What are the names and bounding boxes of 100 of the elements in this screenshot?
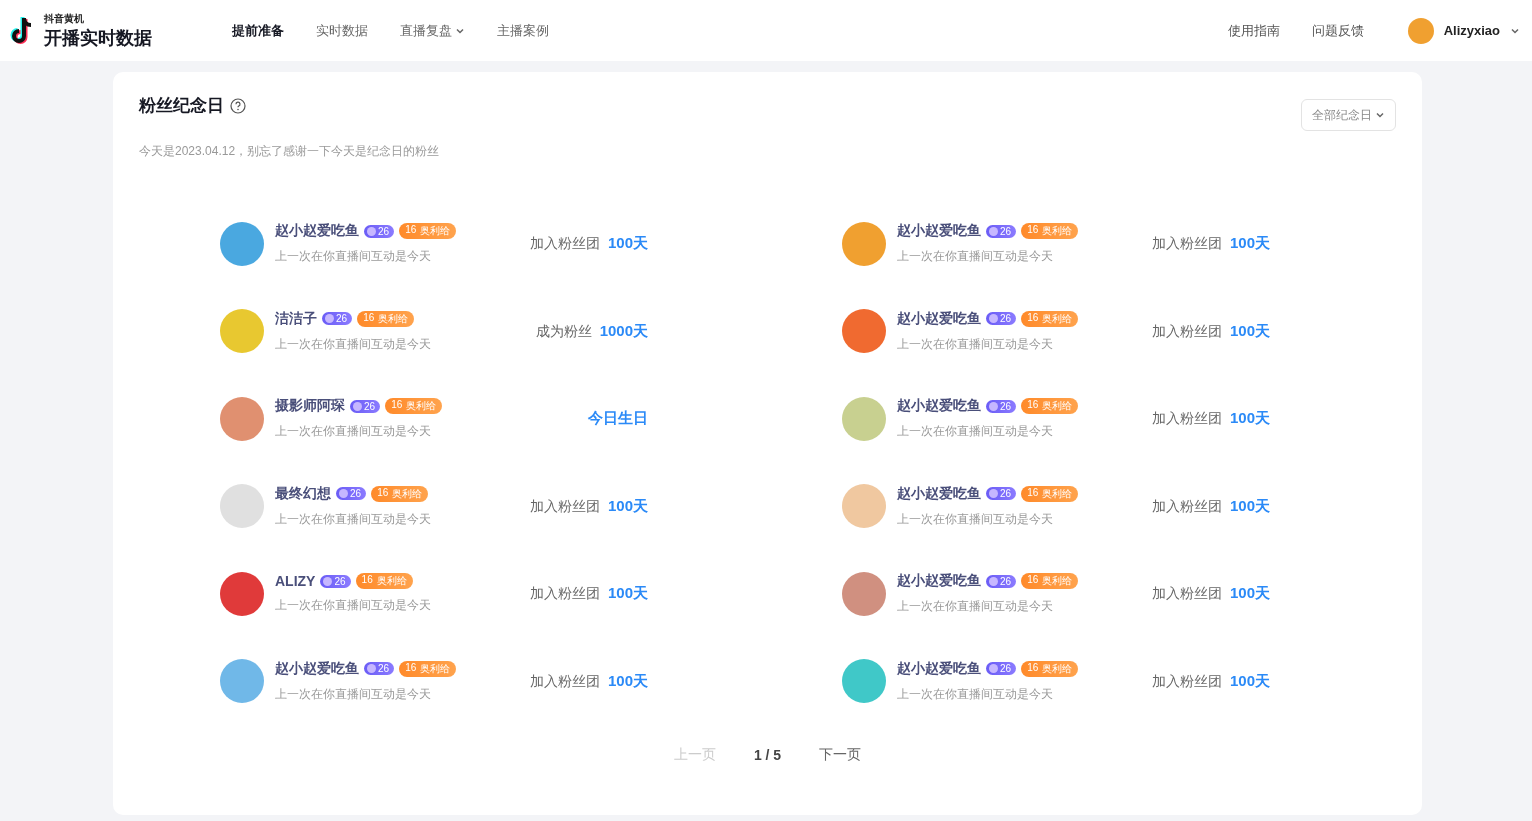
anniversary-value: 100天 bbox=[607, 496, 648, 516]
interaction-note: 上一次在你直播间互动是今天 bbox=[897, 335, 1054, 353]
fan-name: 赵小赵爱吃鱼 bbox=[897, 484, 981, 503]
fan-club-badge: 16 奥利给 bbox=[1021, 573, 1079, 590]
interaction-note: 上一次在你直播间互动是今天 bbox=[897, 510, 1054, 528]
interaction-note: 上一次在你直播间互动是今天 bbox=[275, 248, 432, 266]
interaction-note: 上一次在你直播间互动是今天 bbox=[275, 423, 432, 441]
fan-club-badge: 16 奥利给 bbox=[1021, 485, 1079, 502]
fan-club-badge: 16 奥利给 bbox=[1021, 660, 1079, 677]
brand-title: 开播实时数据 bbox=[44, 26, 152, 50]
avatar-placeholder bbox=[842, 659, 886, 704]
next-page-button[interactable]: 下一页 bbox=[813, 745, 868, 765]
brand-subtitle: 抖音黄机 bbox=[44, 11, 85, 26]
anniversary-value: 100天 bbox=[1229, 234, 1270, 254]
avatar-placeholder bbox=[220, 221, 264, 266]
avatar-placeholder bbox=[220, 484, 264, 529]
filter-dropdown[interactable]: 全部纪念日 bbox=[1301, 99, 1396, 131]
anniversary-label: 加入粉丝团 bbox=[529, 585, 600, 604]
interaction-note: 上一次在你直播间互动是今天 bbox=[897, 685, 1054, 703]
avatar-placeholder bbox=[842, 571, 886, 616]
interaction-note: 上一次在你直播间互动是今天 bbox=[897, 248, 1054, 266]
anniversary-value: 100天 bbox=[1229, 409, 1270, 429]
interaction-note: 上一次在你直播间互动是今天 bbox=[897, 423, 1054, 441]
fan-club-badge: 16 奥利给 bbox=[357, 310, 415, 327]
user-name[interactable]: Alizyxiao bbox=[1443, 23, 1500, 38]
anniversary-value: 100天 bbox=[1229, 671, 1270, 691]
level-badge: 26 bbox=[336, 487, 367, 501]
anniversary-value: 100天 bbox=[1229, 584, 1270, 604]
fan-name: 赵小赵爱吃鱼 bbox=[897, 397, 981, 416]
level-badge: 26 bbox=[322, 312, 353, 326]
fan-club-badge: 16 奥利给 bbox=[371, 485, 429, 502]
interaction-note: 上一次在你直播间互动是今天 bbox=[275, 510, 432, 528]
fan-club-badge: 16 奥利给 bbox=[399, 223, 457, 240]
avatar-placeholder bbox=[842, 309, 886, 354]
fan-club-badge: 16 奥利给 bbox=[399, 660, 457, 677]
user-avatar bbox=[1407, 17, 1434, 44]
level-badge: 26 bbox=[320, 574, 351, 588]
interaction-note: 上一次在你直播间互动是今天 bbox=[275, 335, 432, 353]
avatar-placeholder bbox=[842, 396, 886, 441]
fan-club-badge: 16 奥利给 bbox=[1021, 398, 1079, 415]
anniversary-value: 100天 bbox=[1229, 496, 1270, 516]
nav-tab[interactable]: 主播案例 bbox=[497, 21, 549, 40]
fan-name: 赵小赵爱吃鱼 bbox=[275, 659, 359, 678]
anniversary-value: 100天 bbox=[607, 671, 648, 691]
nav-tab[interactable]: 直播复盘 bbox=[400, 21, 465, 40]
fan-name: 赵小赵爱吃鱼 bbox=[897, 309, 981, 328]
fan-name: 摄影师阿琛 bbox=[275, 397, 345, 416]
anniversary-value: 100天 bbox=[607, 584, 648, 604]
fan-name: 赵小赵爱吃鱼 bbox=[897, 222, 981, 241]
header-link[interactable]: 问题反馈 bbox=[1311, 21, 1364, 40]
anniversary-label: 加入粉丝团 bbox=[1151, 235, 1222, 254]
avatar-placeholder bbox=[220, 309, 264, 354]
fan-name: 赵小赵爱吃鱼 bbox=[897, 659, 981, 678]
avatar-placeholder bbox=[220, 396, 264, 441]
anniversary-label: 加入粉丝团 bbox=[1151, 497, 1222, 516]
level-badge: 26 bbox=[986, 312, 1017, 326]
anniversary-label: 成为粉丝 bbox=[535, 322, 592, 341]
card-title: 粉丝纪念日 bbox=[139, 95, 224, 117]
fan-name: 赵小赵爱吃鱼 bbox=[897, 572, 981, 591]
page-indicator: 1 / 5 bbox=[753, 747, 782, 763]
level-badge: 26 bbox=[986, 487, 1017, 501]
avatar-placeholder bbox=[842, 484, 886, 529]
level-badge: 26 bbox=[350, 399, 381, 413]
anniversary-label: 加入粉丝团 bbox=[1151, 410, 1222, 429]
interaction-note: 上一次在你直播间互动是今天 bbox=[897, 598, 1054, 616]
anniversary-label: 加入粉丝团 bbox=[1151, 322, 1222, 341]
nav-tab[interactable]: 提前准备 bbox=[232, 21, 284, 40]
anniversary-value: 1000天 bbox=[599, 321, 648, 341]
anniversary-label: 加入粉丝团 bbox=[1151, 672, 1222, 691]
anniversary-value: 100天 bbox=[607, 234, 648, 254]
avatar-placeholder bbox=[220, 571, 264, 616]
anniversary-label: 加入粉丝团 bbox=[529, 235, 600, 254]
fan-club-badge: 16 奥利给 bbox=[1021, 310, 1079, 327]
anniversary-label: 加入粉丝团 bbox=[529, 672, 600, 691]
fan-club-badge: 16 奥利给 bbox=[355, 573, 413, 590]
fan-name: ALIZY bbox=[275, 573, 316, 590]
fan-name: 赵小赵爱吃鱼 bbox=[275, 222, 359, 241]
header-link[interactable]: 使用指南 bbox=[1227, 21, 1280, 40]
help-icon[interactable] bbox=[230, 97, 246, 114]
level-badge: 26 bbox=[364, 662, 395, 676]
fan-club-badge: 16 奥利给 bbox=[385, 398, 443, 415]
chevron-down-icon bbox=[1375, 110, 1385, 120]
level-badge: 26 bbox=[986, 662, 1017, 676]
anniversary-value: 100天 bbox=[1229, 321, 1270, 341]
fan-name: 洁洁子 bbox=[275, 309, 317, 328]
fan-club-badge: 16 奥利给 bbox=[1021, 223, 1079, 240]
anniversary-label: 加入粉丝团 bbox=[529, 497, 600, 516]
level-badge: 26 bbox=[986, 224, 1017, 238]
interaction-note: 上一次在你直播间互动是今天 bbox=[275, 685, 432, 703]
avatar-placeholder bbox=[220, 659, 264, 704]
level-badge: 26 bbox=[364, 224, 395, 238]
card-subtitle: 今天是2023.04.12，别忘了感谢一下今天是纪念日的粉丝 bbox=[139, 143, 440, 160]
level-badge: 26 bbox=[986, 399, 1017, 413]
fan-name: 最终幻想 bbox=[275, 484, 331, 503]
nav-tab[interactable]: 实时数据 bbox=[316, 21, 368, 40]
level-badge: 26 bbox=[986, 574, 1017, 588]
interaction-note: 上一次在你直播间互动是今天 bbox=[275, 597, 432, 615]
anniversary-value: 今日生日 bbox=[588, 409, 648, 429]
avatar-placeholder bbox=[842, 221, 886, 266]
anniversary-label: 加入粉丝团 bbox=[1151, 585, 1222, 604]
